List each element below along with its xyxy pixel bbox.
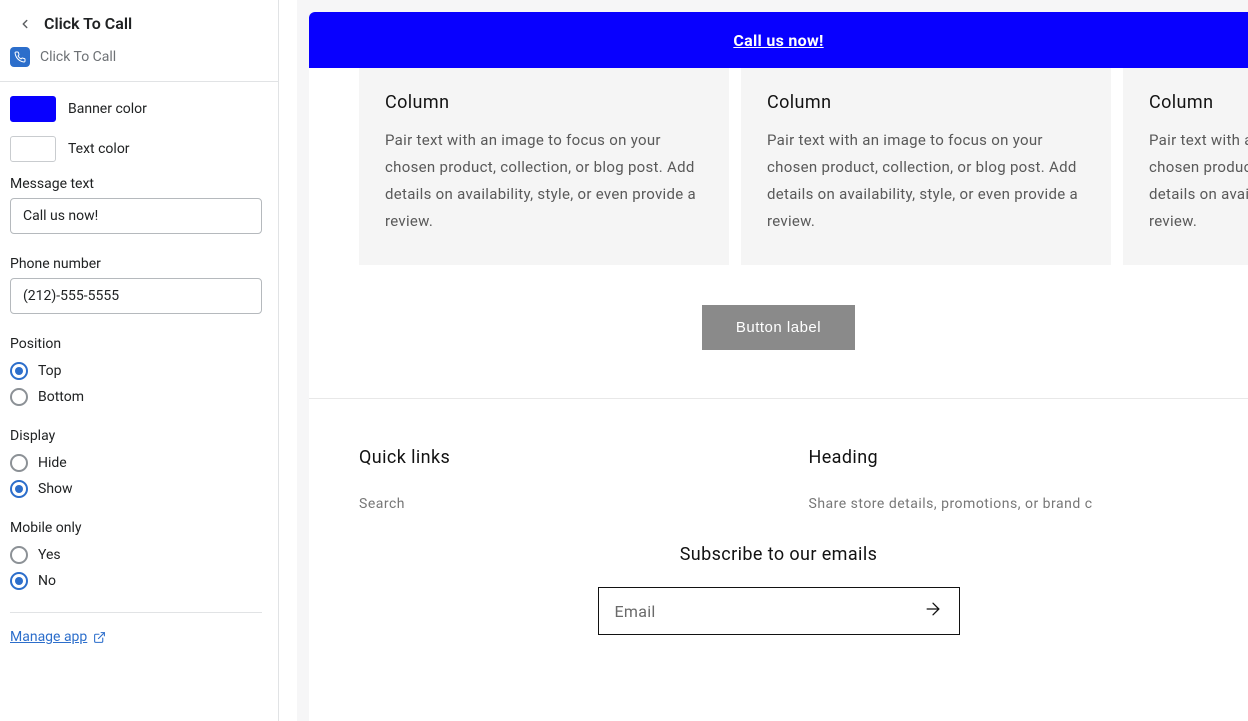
message-text-label: Message text: [10, 176, 268, 192]
text-color-label: Text color: [68, 141, 130, 157]
preview-frame: Call us now! Column Pair text with an im…: [309, 12, 1248, 721]
mobile-yes[interactable]: Yes: [10, 542, 268, 568]
position-radio-group: Top Bottom: [10, 358, 268, 410]
message-text-input[interactable]: [10, 198, 262, 234]
banner-text: Call us now!: [733, 31, 823, 50]
footer-heading-col: Heading Share store details, promotions,…: [809, 447, 1199, 512]
footer-link-search[interactable]: Search: [359, 496, 749, 512]
columns-section: Column Pair text with an image to focus …: [309, 68, 1248, 265]
app-identifier[interactable]: Click To Call: [0, 43, 278, 81]
display-show[interactable]: Show: [10, 476, 268, 502]
radio-icon: [10, 546, 28, 564]
text-color-swatch[interactable]: [10, 136, 56, 162]
banner-color-swatch[interactable]: [10, 96, 56, 122]
call-banner[interactable]: Call us now!: [309, 12, 1248, 68]
column-card: Column Pair text with an image to focus …: [741, 68, 1111, 265]
radio-icon: [10, 572, 28, 590]
display-radio-group: Hide Show: [10, 450, 268, 502]
divider: [10, 612, 262, 613]
display-label: Display: [10, 428, 268, 444]
mobile-no[interactable]: No: [10, 568, 268, 594]
position-bottom[interactable]: Bottom: [10, 384, 268, 410]
quick-links-heading: Quick links: [359, 447, 749, 468]
external-link-icon: [93, 631, 106, 644]
radio-icon: [10, 362, 28, 380]
manage-app-label: Manage app: [10, 629, 87, 645]
settings-sidebar: Click To Call Click To Call Banner color…: [0, 0, 279, 721]
position-top[interactable]: Top: [10, 358, 268, 384]
subscribe-heading: Subscribe to our emails: [359, 544, 1198, 565]
column-text: Pair text with an image to focus on your…: [385, 127, 703, 235]
display-hide[interactable]: Hide: [10, 450, 268, 476]
phone-number-label: Phone number: [10, 256, 268, 272]
back-button[interactable]: [16, 15, 34, 33]
panel-resizer[interactable]: [279, 0, 297, 721]
radio-label: Yes: [38, 547, 61, 563]
footer-section: Quick links Search Heading Share store d…: [309, 398, 1248, 635]
footer-heading-text: Share store details, promotions, or bran…: [809, 496, 1199, 512]
email-input[interactable]: Email: [598, 587, 960, 635]
radio-label: Top: [38, 363, 62, 379]
column-title: Column: [385, 92, 703, 113]
radio-label: No: [38, 573, 56, 589]
email-placeholder: Email: [615, 602, 915, 621]
footer-quick-links: Quick links Search: [359, 447, 749, 512]
app-name: Click To Call: [40, 49, 116, 65]
column-title: Column: [1149, 92, 1248, 113]
mobile-only-label: Mobile only: [10, 520, 268, 536]
column-text: Pair text with an image to focus on your…: [1149, 127, 1248, 235]
radio-icon: [10, 388, 28, 406]
radio-label: Bottom: [38, 389, 84, 405]
preview-pane: Call us now! Column Pair text with an im…: [297, 0, 1248, 721]
button-label-button[interactable]: Button label: [702, 305, 855, 350]
column-card: Column Pair text with an image to focus …: [1123, 68, 1248, 265]
phone-icon: [10, 47, 30, 67]
banner-color-label: Banner color: [68, 101, 147, 117]
mobile-radio-group: Yes No: [10, 542, 268, 594]
arrow-right-icon: [923, 599, 943, 623]
radio-icon: [10, 454, 28, 472]
radio-icon: [10, 480, 28, 498]
phone-number-input[interactable]: [10, 278, 262, 314]
column-title: Column: [767, 92, 1085, 113]
radio-label: Show: [38, 481, 73, 497]
sidebar-title: Click To Call: [44, 14, 132, 33]
column-card: Column Pair text with an image to focus …: [359, 68, 729, 265]
footer-heading: Heading: [809, 447, 1199, 468]
position-label: Position: [10, 336, 268, 352]
manage-app-link[interactable]: Manage app: [10, 629, 106, 645]
radio-label: Hide: [38, 455, 67, 471]
column-text: Pair text with an image to focus on your…: [767, 127, 1085, 235]
